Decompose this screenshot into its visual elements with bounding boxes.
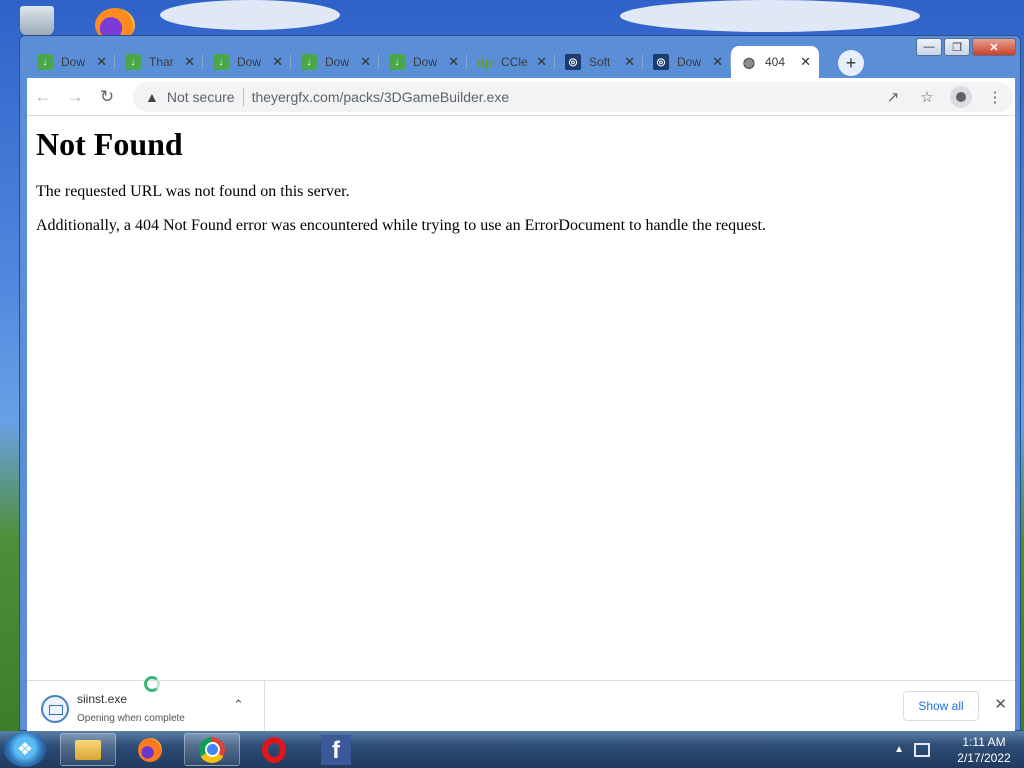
close-tab-icon[interactable]: ✕	[96, 54, 107, 70]
browser-toolbar: ← → ↻ ▲ Not secure theyergfx.com/packs/3…	[27, 78, 1015, 116]
close-tab-icon[interactable]: ✕	[448, 54, 459, 70]
error-detail: Additionally, a 404 Not Found error was …	[36, 217, 766, 234]
tab-title: Dow	[413, 55, 438, 69]
clock-date: 2/17/2022	[957, 750, 1011, 765]
download-icon: ↓	[389, 54, 405, 70]
close-download-bar-icon[interactable]: ✕	[994, 695, 1007, 713]
maximize-button[interactable]: ❐	[944, 38, 970, 56]
tab-title: Dow	[61, 55, 86, 69]
address-divider	[242, 88, 244, 106]
reload-icon[interactable]: ↻	[91, 81, 123, 113]
browser-window: — ❐ ✕ ↓ Dow ✕ ↓ Thar ✕ ↓ Dow ✕ ↓ Dow ✕ ↓ Dow ✕ dp CCle ✕ ◎…	[19, 35, 1021, 733]
download-icon: ↓	[37, 54, 53, 70]
page-content: Not Found The requested URL was not foun…	[27, 116, 1015, 680]
facebook-taskbar-button[interactable]: f	[308, 733, 364, 766]
download-icon: ↓	[213, 54, 229, 70]
close-tab-icon[interactable]: ✕	[272, 54, 283, 70]
forward-arrow-icon[interactable]: →	[59, 81, 91, 113]
installer-file-icon	[41, 695, 69, 723]
share-icon[interactable]: ↗	[881, 85, 905, 109]
show-hidden-icons-icon[interactable]: ▲	[894, 744, 904, 755]
tab-title: Dow	[677, 55, 702, 69]
security-label[interactable]: Not secure	[167, 89, 235, 105]
download-file-name: siinst.exe	[77, 692, 128, 706]
show-all-button[interactable]: Show all	[903, 691, 979, 721]
network-icon[interactable]	[914, 742, 930, 757]
download-bar: siinst.exe Opening when complete ⌃ Show …	[27, 680, 1015, 733]
browser-tab[interactable]: ◎ Soft ✕	[555, 46, 643, 78]
browser-tab[interactable]: ↓ Dow ✕	[379, 46, 467, 78]
minimize-button[interactable]: —	[916, 38, 942, 56]
dp-logo-icon: dp	[477, 54, 493, 70]
firefox-icon	[138, 737, 162, 762]
close-tab-icon[interactable]: ✕	[360, 54, 371, 70]
tab-title: CCle	[501, 55, 528, 69]
browser-tab[interactable]: ↓ Dow ✕	[291, 46, 379, 78]
browser-tab[interactable]: ↓ Thar ✕	[115, 46, 203, 78]
q-logo-icon: ◎	[565, 54, 581, 70]
back-arrow-icon[interactable]: ←	[27, 81, 59, 113]
close-window-button[interactable]: ✕	[972, 38, 1016, 56]
url-text[interactable]: theyergfx.com/packs/3DGameBuilder.exe	[252, 89, 510, 105]
close-tab-icon[interactable]: ✕	[800, 54, 811, 70]
close-tab-icon[interactable]: ✕	[536, 54, 547, 70]
download-status: Opening when complete	[77, 713, 185, 724]
tab-title: Dow	[325, 55, 350, 69]
chevron-up-icon[interactable]: ⌃	[233, 697, 244, 713]
window-controls: — ❐ ✕	[916, 38, 1016, 56]
facebook-icon: f	[321, 734, 351, 765]
clock-time: 1:11 AM	[962, 734, 1006, 749]
close-tab-icon[interactable]: ✕	[624, 54, 635, 70]
browser-tab[interactable]: ◎ Dow ✕	[643, 46, 731, 78]
browser-tab[interactable]: ◍ 404 ✕	[731, 46, 819, 78]
download-icon: ↓	[125, 54, 141, 70]
system-tray: ▲ 1:11 AM 2/17/2022	[894, 731, 1024, 768]
taskbar: ❖ f ▲ 1:11 AM 2/17/2022	[0, 731, 1024, 768]
opera-taskbar-button[interactable]	[246, 733, 302, 766]
error-message: The requested URL was not found on this …	[36, 183, 350, 200]
address-bar-actions: ↗ ☆ ⋮	[881, 85, 1007, 109]
tab-title: Soft	[589, 55, 611, 69]
close-tab-icon[interactable]: ✕	[712, 54, 723, 70]
q-logo-icon: ◎	[653, 54, 669, 70]
tab-strip: ↓ Dow ✕ ↓ Thar ✕ ↓ Dow ✕ ↓ Dow ✕ ↓ Dow ✕ dp CCle ✕ ◎ Soft ✕ ◎…	[27, 46, 870, 78]
start-button[interactable]: ❖	[4, 732, 46, 767]
browser-tab[interactable]: ↓ Dow ✕	[27, 46, 115, 78]
busy-spinner-icon	[144, 676, 160, 692]
opera-icon	[262, 736, 286, 763]
desktop-cloud	[160, 0, 340, 30]
chrome-icon	[199, 736, 225, 763]
folder-icon	[75, 739, 101, 760]
page-title: Not Found	[36, 126, 183, 162]
tab-title: 404	[765, 55, 786, 69]
explorer-taskbar-button[interactable]	[60, 733, 116, 766]
desktop-cloud	[620, 0, 920, 32]
profile-button[interactable]	[949, 85, 973, 109]
browser-tab[interactable]: dp CCle ✕	[467, 46, 555, 78]
browser-tab[interactable]: ↓ Dow ✕	[203, 46, 291, 78]
new-tab-button[interactable]: +	[838, 50, 864, 76]
clock[interactable]: 1:11 AM 2/17/2022	[944, 734, 1024, 766]
tab-title: Dow	[237, 55, 262, 69]
download-icon: ↓	[301, 54, 317, 70]
close-tab-icon[interactable]: ✕	[184, 54, 195, 70]
profile-icon	[950, 86, 972, 108]
globe-icon: ◍	[742, 53, 756, 70]
tab-title: Thar	[149, 55, 174, 69]
chrome-taskbar-button[interactable]	[184, 733, 240, 766]
menu-kebab-icon[interactable]: ⋮	[983, 85, 1007, 109]
warning-icon[interactable]: ▲	[145, 89, 159, 105]
recycle-bin-icon[interactable]	[20, 6, 54, 36]
bookmark-star-icon[interactable]: ☆	[915, 85, 939, 109]
address-bar[interactable]: ▲ Not secure theyergfx.com/packs/3DGameB…	[133, 82, 1013, 112]
firefox-taskbar-button[interactable]	[122, 733, 178, 766]
